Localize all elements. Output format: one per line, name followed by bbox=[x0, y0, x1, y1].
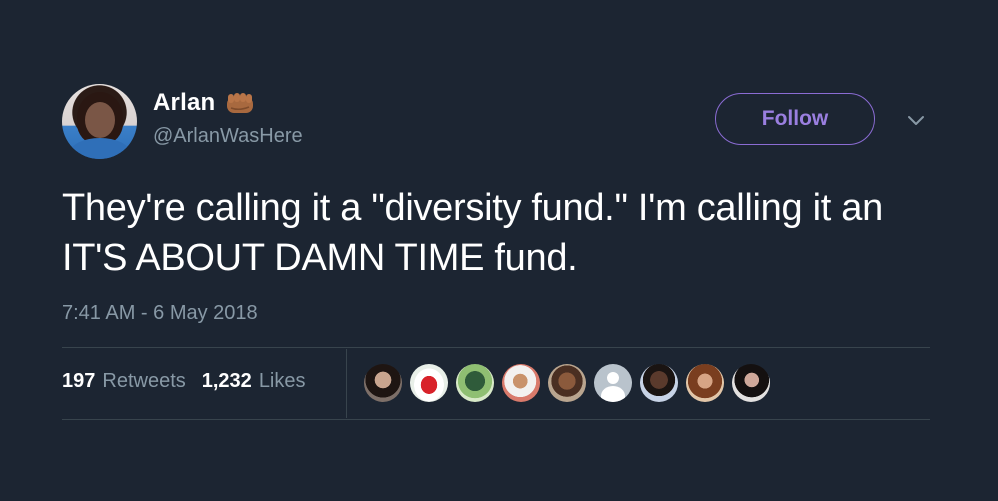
stats-divider bbox=[346, 349, 347, 418]
display-name[interactable]: Arlan bbox=[153, 89, 215, 117]
retweets-count: 197 bbox=[62, 370, 96, 392]
avatar-shoulders bbox=[70, 138, 130, 159]
chevron-down-icon[interactable] bbox=[906, 112, 926, 128]
default-avatar[interactable] bbox=[594, 364, 632, 402]
tweet-timestamp[interactable]: 7:41 AM - 6 May 2018 bbox=[62, 302, 258, 325]
liker-avatar[interactable] bbox=[456, 364, 494, 402]
retweets-stat[interactable]: 197 Retweets bbox=[62, 370, 186, 393]
follow-button[interactable]: Follow bbox=[715, 93, 875, 145]
likes-count: 1,232 bbox=[201, 370, 252, 392]
liker-avatar[interactable] bbox=[640, 364, 678, 402]
liked-by-avatars bbox=[364, 364, 770, 402]
liker-avatar[interactable] bbox=[410, 364, 448, 402]
user-handle[interactable]: @ArlanWasHere bbox=[153, 125, 303, 148]
default-avatar-head bbox=[607, 372, 619, 384]
likes-label: Likes bbox=[258, 370, 306, 392]
retweets-label: Retweets bbox=[102, 370, 186, 392]
liker-avatar[interactable] bbox=[548, 364, 586, 402]
divider bbox=[62, 419, 930, 420]
liker-avatar[interactable] bbox=[686, 364, 724, 402]
divider bbox=[62, 347, 930, 348]
tweet-text: They're calling it a "diversity fund." I… bbox=[62, 187, 883, 279]
fist-bump-icon bbox=[227, 93, 254, 113]
liker-avatar[interactable] bbox=[502, 364, 540, 402]
liker-avatar[interactable] bbox=[364, 364, 402, 402]
likes-stat[interactable]: 1,232 Likes bbox=[202, 370, 306, 393]
profile-avatar[interactable] bbox=[62, 84, 137, 159]
display-name-row: Arlan bbox=[153, 89, 257, 117]
default-avatar-body bbox=[601, 386, 625, 402]
tweet-card: Arlan @ArlanWasHere Follow They're calli… bbox=[0, 0, 998, 501]
tweet-stats: 197 Retweets 1,232 Likes bbox=[62, 370, 306, 393]
liker-avatar[interactable] bbox=[732, 364, 770, 402]
avatar-face bbox=[85, 102, 115, 138]
